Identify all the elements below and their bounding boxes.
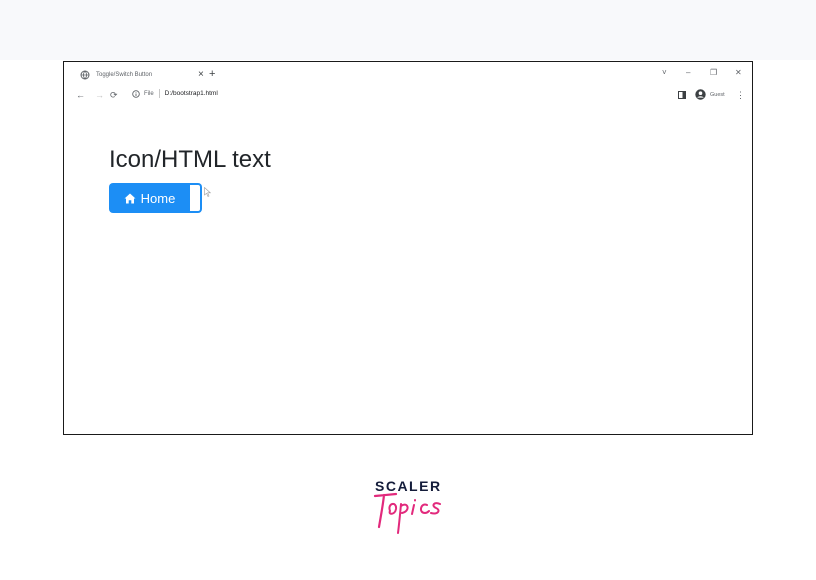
restore-icon[interactable]: ❐ xyxy=(710,67,717,79)
page-content: Icon/HTML text Home xyxy=(64,104,752,434)
minimize-icon[interactable]: – xyxy=(686,67,690,79)
toggle-button-group: Home xyxy=(109,183,202,213)
page-heading: Icon/HTML text xyxy=(109,146,271,173)
menu-icon[interactable]: ⋮ xyxy=(736,88,745,102)
tab-title: Toggle/Switch Button xyxy=(96,72,153,78)
url-separator xyxy=(158,89,160,98)
toggle-switch[interactable] xyxy=(190,183,202,213)
info-icon[interactable] xyxy=(132,89,140,98)
home-icon xyxy=(124,193,136,204)
browser-window: Toggle/Switch Button × + ˅ – ❐ ✕ ← → ⟳ F… xyxy=(63,61,753,435)
logo-topics-script xyxy=(373,492,441,534)
tab-search-icon[interactable]: ˅ xyxy=(662,67,667,79)
home-button-label: Home xyxy=(140,190,176,206)
toolbar-right: Guest xyxy=(678,89,725,100)
top-band xyxy=(0,0,816,60)
globe-icon xyxy=(80,70,90,80)
profile-label[interactable]: Guest xyxy=(710,92,725,98)
forward-icon[interactable]: → xyxy=(95,88,104,102)
scaler-topics-logo: SCALER xyxy=(370,475,446,537)
tab-bar: Toggle/Switch Button × + ˅ – ❐ ✕ xyxy=(64,62,752,86)
home-button[interactable]: Home xyxy=(109,183,190,213)
reload-icon[interactable]: ⟳ xyxy=(110,88,118,102)
side-panel-icon[interactable] xyxy=(678,90,686,99)
profile-avatar-icon[interactable] xyxy=(695,89,706,100)
close-window-icon[interactable]: ✕ xyxy=(735,67,742,79)
mouse-cursor-icon xyxy=(204,184,212,202)
url-scheme-label: File xyxy=(144,90,154,97)
url-text: D:/bootstrap1.html xyxy=(164,90,218,97)
url-field[interactable]: File D:/bootstrap1.html xyxy=(132,89,218,98)
address-bar: ← → ⟳ File D:/bootstrap1.html Guest ⋮ xyxy=(64,86,752,104)
browser-tab[interactable]: Toggle/Switch Button × xyxy=(74,65,204,85)
new-tab-icon[interactable]: + xyxy=(209,67,215,81)
back-icon[interactable]: ← xyxy=(76,88,85,102)
tab-close-icon[interactable]: × xyxy=(198,68,204,82)
